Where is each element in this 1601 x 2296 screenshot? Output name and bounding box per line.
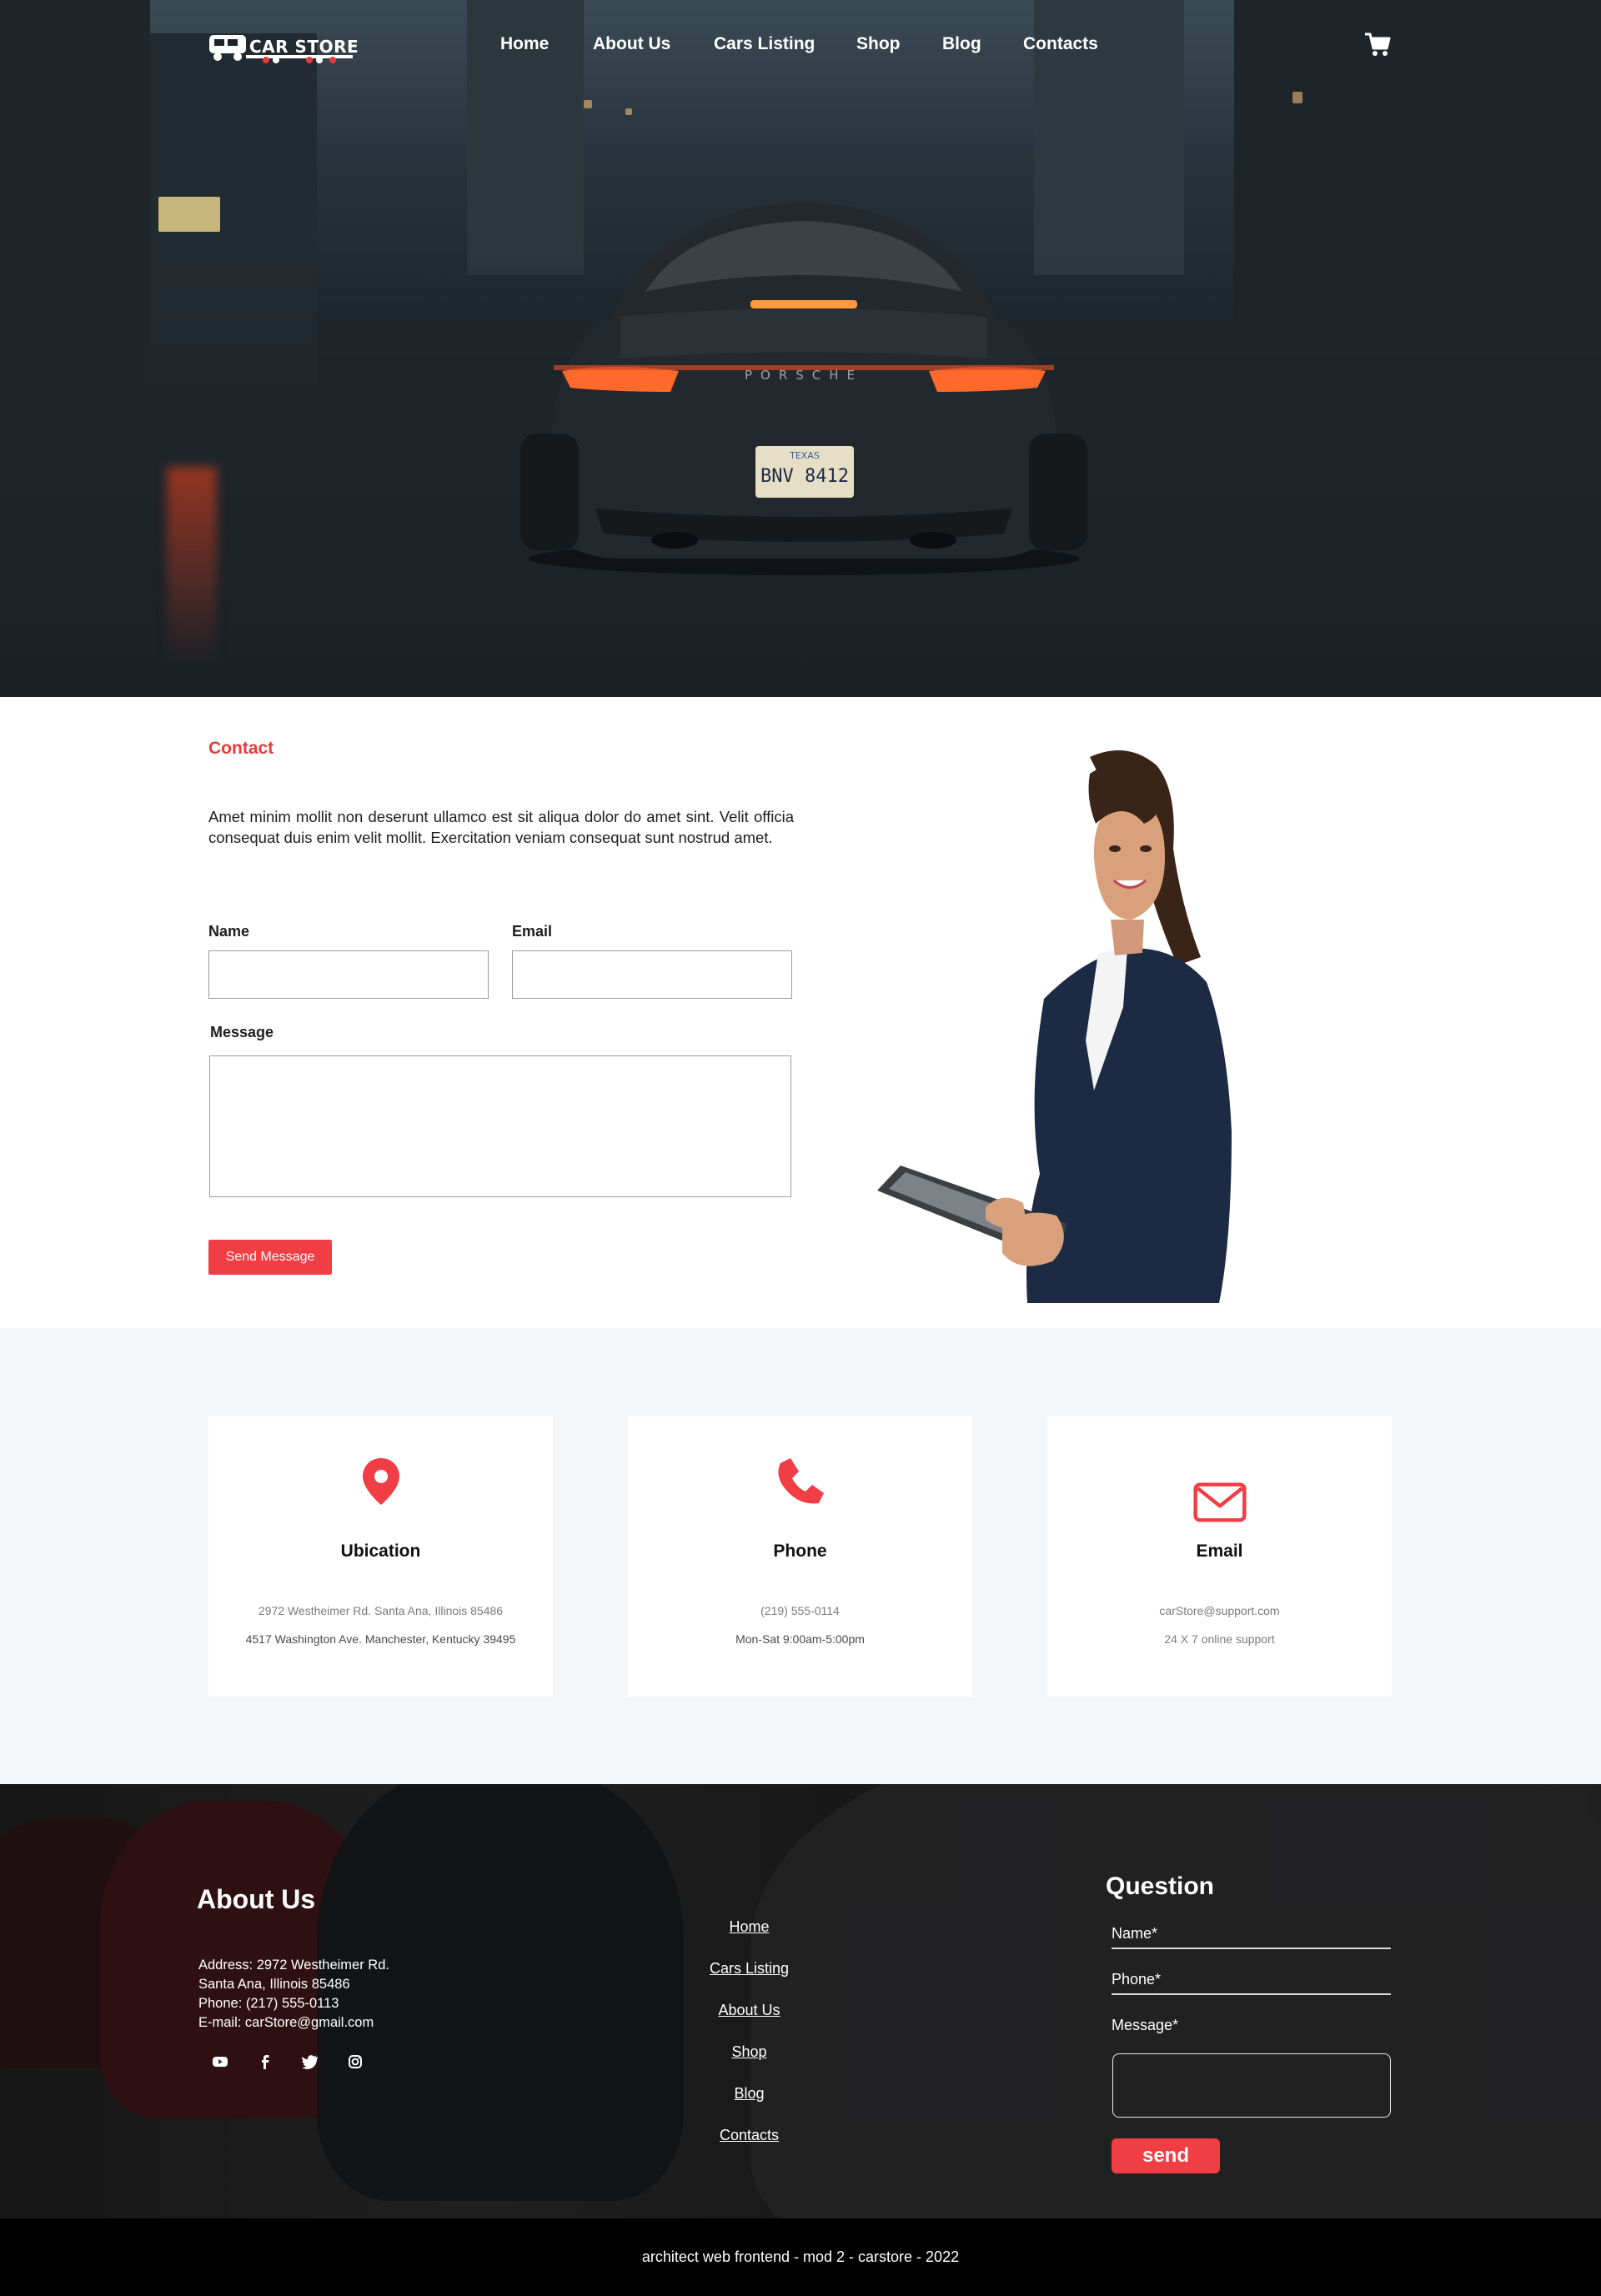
light-reflection [167,467,217,667]
footer-email-line: E-mail: carStore@gmail.com [198,2015,374,2030]
window-light [1292,92,1302,103]
nav-about-us[interactable]: About Us [593,34,670,54]
card-title: Phone [773,1542,827,1561]
email-field[interactable] [512,950,792,999]
question-phone-label[interactable]: Phone* [1112,1971,1161,1988]
question-phone-input[interactable] [1112,1993,1391,1995]
logo-text: CAR STORE [249,37,359,57]
card-line: 2972 Westheimer Rd. Santa Ana, Illinois … [258,1604,504,1617]
card-line: 4517 Washington Ave. Manchester, Kentuck… [245,1632,516,1646]
card-title: Email [1196,1542,1243,1561]
footer-link-blog[interactable]: Blog [650,2085,848,2103]
message-label: Message [210,1024,274,1040]
location-pin-icon [362,1458,399,1505]
facebook-icon[interactable] [254,2051,276,2073]
card-line: 24 X 7 online support [1164,1632,1275,1646]
footer-link-cars-listing[interactable]: Cars Listing [650,1960,848,1978]
name-label: Name [208,923,250,940]
instagram-icon[interactable] [344,2051,366,2073]
info-card-location: Ubication 2972 Westheimer Rd. Santa Ana,… [208,1416,553,1697]
phone-icon [777,1458,824,1504]
card-line: Mon-Sat 9:00am-5:00pm [735,1632,865,1646]
footer-phone-line: Phone: (217) 555-0113 [198,1996,339,2011]
customer-service-woman-image [877,750,1232,1303]
email-label: Email [512,923,553,940]
footer-address-line: Address: 2972 Westheimer Rd. [198,1958,389,1973]
car-brand-text: PORSCHE [745,368,863,383]
window-light [584,100,592,108]
nav-cars-listing[interactable]: Cars Listing [714,34,815,54]
question-message-input[interactable] [1112,2053,1391,2118]
nav-shop[interactable]: Shop [856,34,901,54]
message-field[interactable] [209,1055,791,1197]
card-line: carStore@support.com [1159,1604,1280,1617]
nav-blog[interactable]: Blog [942,34,981,54]
footer: About Us Address: 2972 Westheimer Rd. Sa… [0,1784,1601,2218]
question-send-button[interactable]: send [1112,2138,1220,2173]
contact-heading: Contact [208,739,274,758]
name-field[interactable] [208,950,489,999]
window-light [625,108,632,115]
send-message-button[interactable]: Send Message [208,1240,332,1275]
nav-contacts[interactable]: Contacts [1023,34,1098,54]
top-navigation: CAR STORE Home About Us Cars Listing Sho… [0,0,1601,92]
hero-banner: PORSCHE TEXAS BNV 8412 CAR STORE Home Ab… [0,0,1601,697]
footer-link-shop[interactable]: Shop [650,2043,848,2061]
footer-about-title: About Us [197,1884,316,1914]
info-cards-section: Ubication 2972 Westheimer Rd. Santa Ana,… [0,1328,1601,1784]
footer-address-line: Santa Ana, Illinois 85486 [198,1977,350,1992]
question-title: Question [1106,1872,1215,1900]
info-card-phone: Phone (219) 555-0114 Mon-Sat 9:00am-5:00… [628,1416,972,1697]
sports-car-image: PORSCHE TEXAS BNV 8412 [520,202,1087,575]
card-title: Ubication [340,1542,421,1561]
plate-state: TEXAS [789,450,820,461]
nav-home[interactable]: Home [500,34,549,54]
plate-number: BNV 8412 [760,466,849,487]
question-name-input[interactable] [1112,1948,1391,1949]
youtube-icon[interactable] [209,2051,231,2073]
footer-link-home[interactable]: Home [650,1918,848,1936]
copyright-text: architect web frontend - mod 2 - carstor… [641,2248,960,2265]
question-name-label[interactable]: Name* [1112,1925,1157,1943]
window-light [158,197,220,232]
shopping-cart-icon[interactable] [1364,32,1391,57]
footer-link-contacts[interactable]: Contacts [650,2127,848,2144]
card-line: (219) 555-0114 [760,1604,840,1617]
contact-section: Contact Amet minim mollit non deserunt u… [0,697,1601,1328]
footer-link-about-us[interactable]: About Us [650,2002,848,2019]
info-card-email: Email carStore@support.com 24 X 7 online… [1047,1416,1392,1697]
bottom-bar: architect web frontend - mod 2 - carstor… [0,2218,1601,2296]
contact-description: Amet minim mollit non deserunt ullamco e… [208,808,794,846]
envelope-icon [1192,1482,1247,1522]
twitter-icon[interactable] [299,2051,321,2073]
logo[interactable]: CAR STORE [209,32,359,67]
question-message-label: Message* [1112,2017,1179,2033]
